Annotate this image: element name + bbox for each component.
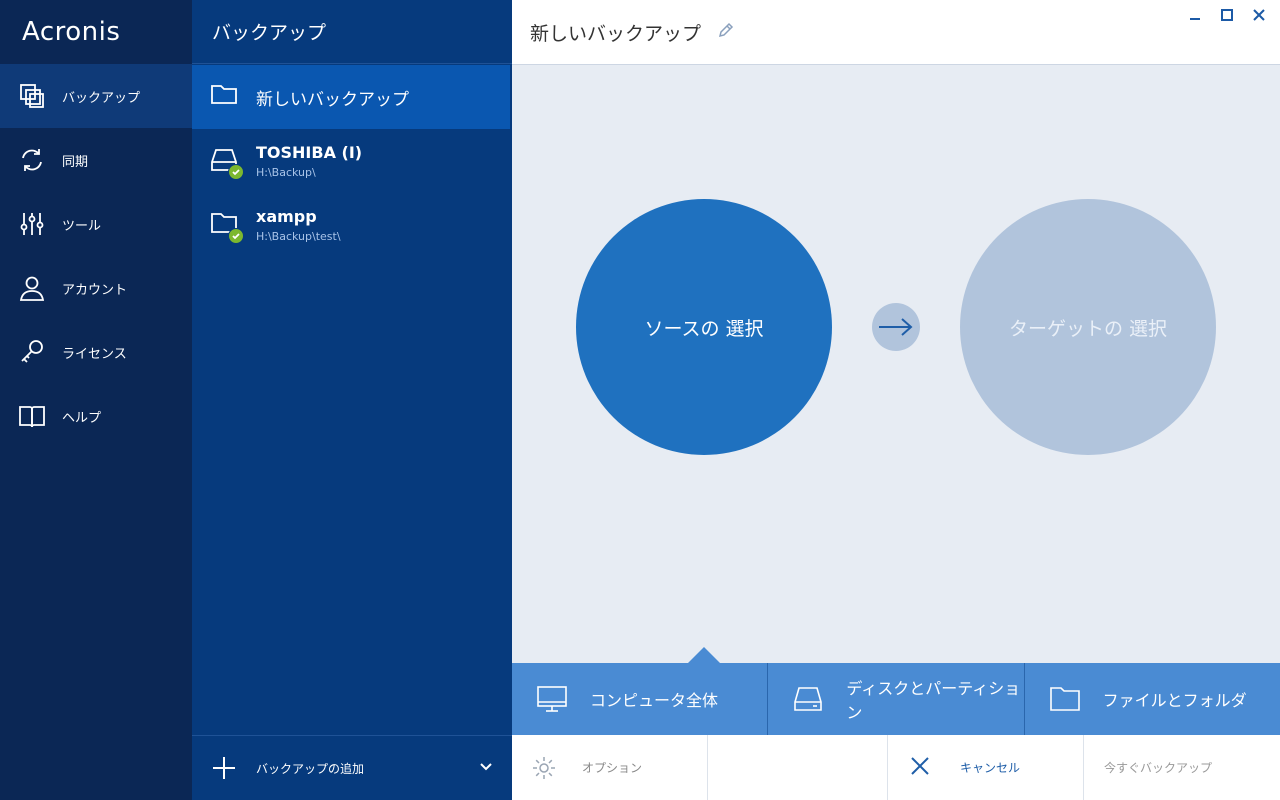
- minimize-icon[interactable]: [1186, 6, 1204, 24]
- cancel-label: キャンセル: [960, 761, 1021, 775]
- plus-icon: [212, 756, 236, 780]
- backup-editor: 新しいバックアップ ソースの 選択 ターゲットの 選択 コンピュータ全体 ディス…: [512, 0, 1280, 800]
- acronis-logo: Acronis: [22, 17, 121, 47]
- backup-list-header: バックアップ: [192, 0, 512, 64]
- nav-item-label: ライセンス: [62, 346, 127, 362]
- backup-name: 新しいバックアップ: [256, 89, 409, 110]
- nav-item-backup[interactable]: バックアップ: [0, 64, 192, 128]
- backup-item-new[interactable]: 新しいバックアップ: [192, 65, 510, 129]
- backup-item-toshiba[interactable]: TOSHIBA (I) H:\Backup\: [192, 129, 510, 193]
- disk-icon: [792, 683, 824, 715]
- backup-path: H:\Backup\: [256, 166, 316, 179]
- nav-item-label: アカウント: [62, 282, 128, 298]
- source-type-tabs: コンピュータ全体 ディスクとパーティション ファイルとフォルダ: [512, 647, 1280, 735]
- close-icon: [910, 756, 934, 780]
- nav-item-sync[interactable]: 同期: [0, 128, 192, 192]
- editor-header: 新しいバックアップ: [512, 0, 1280, 65]
- folder-icon: [210, 82, 240, 112]
- account-icon: [18, 274, 46, 302]
- options-label: オプション: [582, 761, 643, 775]
- monitor-icon: [536, 683, 568, 715]
- gear-icon: [532, 756, 556, 780]
- pencil-icon[interactable]: [717, 21, 735, 44]
- nav-item-tools[interactable]: ツール: [0, 192, 192, 256]
- book-icon: [18, 402, 46, 430]
- tab-entire-computer[interactable]: コンピュータ全体: [512, 663, 769, 735]
- sync-icon: [18, 146, 46, 174]
- backup-list-panel: バックアップ 新しいバックアップ TOSHIBA (I) H:\Backup\: [192, 0, 512, 800]
- arrow-right-icon: [872, 303, 920, 351]
- nav-item-label: ヘルプ: [62, 410, 102, 426]
- window-controls: [1186, 6, 1268, 24]
- tab-label: ディスクとパーティション: [846, 679, 1021, 722]
- tab-files-folders[interactable]: ファイルとフォルダ: [1025, 663, 1280, 735]
- folder-icon: [210, 210, 244, 244]
- folder-icon: [1049, 683, 1081, 715]
- backup-item-xampp[interactable]: xampp H:\Backup\test\: [192, 193, 510, 257]
- tab-disks-partitions[interactable]: ディスクとパーティション: [768, 663, 1025, 735]
- check-icon: [228, 228, 244, 244]
- backup-icon: [18, 82, 46, 110]
- options-button[interactable]: オプション: [512, 735, 708, 800]
- select-target-button[interactable]: ターゲットの 選択: [960, 199, 1216, 455]
- backup-name: xampp: [256, 207, 317, 226]
- tab-label: コンピュータ全体: [590, 691, 719, 710]
- tools-icon: [18, 210, 46, 238]
- chevron-down-icon[interactable]: [480, 760, 492, 774]
- backup-now-button[interactable]: 今すぐバックアップ: [1084, 735, 1280, 800]
- close-icon[interactable]: [1250, 6, 1268, 24]
- nav-item-label: ツール: [62, 218, 102, 234]
- action-bar: オプション キャンセル 今すぐバックアップ: [512, 735, 1280, 800]
- backup-name: TOSHIBA (I): [256, 143, 363, 162]
- drive-icon: [210, 146, 244, 180]
- key-icon: [18, 338, 46, 366]
- nav-item-label: 同期: [62, 154, 89, 170]
- maximize-icon[interactable]: [1218, 6, 1236, 24]
- main-nav: Acronis バックアップ 同期 ツール アカウント ライセンス ヘルプ: [0, 0, 192, 800]
- backup-now-label: 今すぐバックアップ: [1104, 761, 1213, 775]
- select-source-button[interactable]: ソースの 選択: [576, 199, 832, 455]
- target-label: ターゲットの 選択: [1008, 317, 1168, 340]
- nav-item-license[interactable]: ライセンス: [0, 320, 192, 384]
- tab-label: ファイルとフォルダ: [1102, 691, 1247, 710]
- nav-item-label: バックアップ: [62, 90, 141, 106]
- add-backup-button[interactable]: バックアップの追加: [192, 735, 512, 800]
- nav-item-account[interactable]: アカウント: [0, 256, 192, 320]
- tab-pointer: [688, 647, 720, 663]
- action-spacer: [708, 735, 888, 800]
- add-backup-label: バックアップの追加: [256, 761, 365, 776]
- check-icon: [228, 164, 244, 180]
- source-label: ソースの 選択: [644, 317, 764, 340]
- backup-title[interactable]: 新しいバックアップ: [530, 19, 701, 46]
- nav-item-help[interactable]: ヘルプ: [0, 384, 192, 448]
- cancel-button[interactable]: キャンセル: [888, 735, 1084, 800]
- backup-path: H:\Backup\test\: [256, 230, 341, 243]
